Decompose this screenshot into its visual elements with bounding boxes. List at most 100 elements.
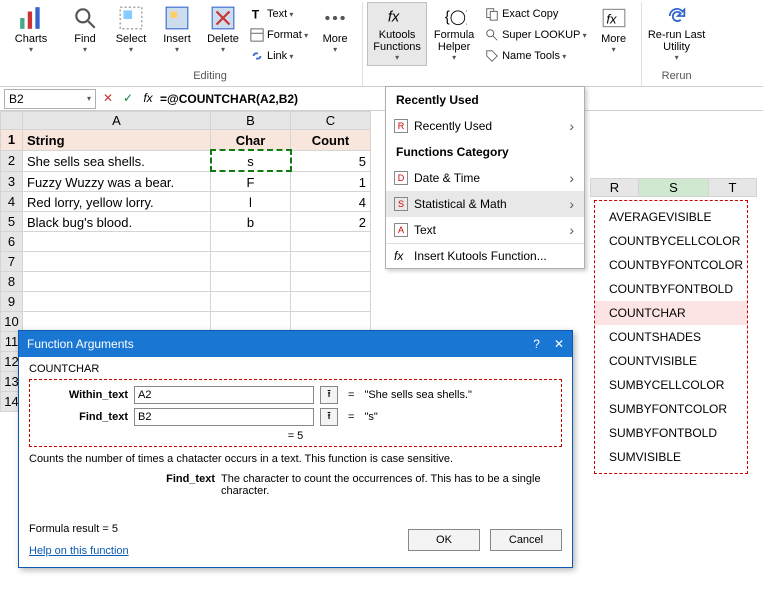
cell[interactable]: Red lorry, yellow lorry. xyxy=(23,192,210,211)
cell[interactable]: Fuzzy Wuzzy was a bear. xyxy=(23,172,210,191)
formula-helper-button[interactable]: {◯} Formula Helper xyxy=(427,2,481,66)
name-tools-button[interactable]: Name Tools xyxy=(481,46,591,66)
col-header-c[interactable]: C xyxy=(291,112,371,130)
col-header-t[interactable]: T xyxy=(709,179,757,197)
formula-input[interactable] xyxy=(160,89,328,109)
cell[interactable] xyxy=(23,232,210,251)
link-button[interactable]: Link xyxy=(246,46,312,66)
exact-copy-button[interactable]: Exact Copy xyxy=(481,4,591,24)
row-header[interactable]: 10 xyxy=(1,312,23,332)
cell[interactable]: She sells sea shells. xyxy=(23,151,210,170)
function-item[interactable]: COUNTBYCELLCOLOR xyxy=(595,229,747,253)
cell[interactable]: s xyxy=(212,151,290,170)
charts-button[interactable]: Charts xyxy=(8,2,54,66)
function-item[interactable]: SUMBYFONTBOLD xyxy=(595,421,747,445)
insert-button[interactable]: Insert xyxy=(154,2,200,66)
cell[interactable]: String xyxy=(23,130,210,149)
menu-item-text[interactable]: AText xyxy=(386,217,584,243)
dialog-titlebar[interactable]: Function Arguments ? ✕ xyxy=(19,331,572,357)
cell[interactable] xyxy=(23,252,210,271)
arg1-ref-button[interactable]: ⭱ xyxy=(320,386,338,404)
cell[interactable] xyxy=(211,252,290,271)
cell[interactable] xyxy=(291,232,370,251)
cancel-button[interactable]: Cancel xyxy=(490,529,562,551)
cell[interactable] xyxy=(211,232,290,251)
text-button[interactable]: TText xyxy=(246,4,312,24)
function-item[interactable]: COUNTCHAR xyxy=(595,301,747,325)
menu-item-date-time[interactable]: DDate & Time xyxy=(386,165,584,191)
fx-icon-bar[interactable]: fx xyxy=(140,91,156,107)
menu-item-recently-used[interactable]: RRecently Used xyxy=(386,113,584,139)
select-all[interactable] xyxy=(1,112,23,130)
col-header-s[interactable]: S xyxy=(639,179,709,197)
find-button[interactable]: Find xyxy=(62,2,108,66)
cell[interactable] xyxy=(23,272,210,291)
row-header[interactable]: 5 xyxy=(1,212,23,232)
row-header[interactable]: 8 xyxy=(1,272,23,292)
cell[interactable]: 1 xyxy=(291,172,370,191)
rerun-button[interactable]: Re-run Last Utility xyxy=(646,2,708,66)
row-header[interactable]: 9 xyxy=(1,292,23,312)
super-lookup-button[interactable]: Super LOOKUP xyxy=(481,25,591,45)
cell[interactable]: 4 xyxy=(291,192,370,211)
col-header-b[interactable]: B xyxy=(211,112,291,130)
cell[interactable]: Black bug's blood. xyxy=(23,212,210,231)
row-header[interactable]: 6 xyxy=(1,232,23,252)
row-header[interactable]: 1 xyxy=(1,130,23,151)
cell[interactable]: Count xyxy=(291,130,370,149)
arg1-result: "She sells sea shells." xyxy=(364,389,471,401)
row-header[interactable]: 7 xyxy=(1,252,23,272)
cell[interactable] xyxy=(291,292,370,311)
recent-icon: R xyxy=(394,119,408,133)
function-item[interactable]: SUMBYCELLCOLOR xyxy=(595,373,747,397)
cell[interactable] xyxy=(211,272,290,291)
cell[interactable] xyxy=(211,292,290,311)
arg2-input[interactable] xyxy=(134,408,314,426)
cell[interactable] xyxy=(291,312,370,331)
cancel-fx-icon[interactable]: ✕ xyxy=(100,91,116,107)
name-box[interactable]: B2▾ xyxy=(4,89,96,109)
cell[interactable]: 5 xyxy=(292,151,371,170)
function-item[interactable]: COUNTBYFONTCOLOR xyxy=(595,253,747,277)
function-item[interactable]: AVERAGEVISIBLE xyxy=(595,205,747,229)
cell[interactable] xyxy=(291,252,370,271)
row-header[interactable]: 3 xyxy=(1,171,23,192)
kutools-functions-button[interactable]: fx Kutools Functions xyxy=(367,2,427,66)
function-item[interactable]: SUMBYFONTCOLOR xyxy=(595,397,747,421)
close-icon[interactable]: ✕ xyxy=(554,337,564,351)
cell[interactable]: b xyxy=(211,212,290,231)
more-button[interactable]: More xyxy=(312,2,358,66)
function-item[interactable]: COUNTBYFONTBOLD xyxy=(595,277,747,301)
ok-button[interactable]: OK xyxy=(408,529,480,551)
help-icon[interactable]: ? xyxy=(533,337,540,351)
redo-icon xyxy=(664,5,690,27)
function-item[interactable]: COUNTSHADES xyxy=(595,325,747,349)
row-header[interactable]: 4 xyxy=(1,192,23,212)
cell[interactable]: Char xyxy=(211,130,290,149)
text-cat-icon: A xyxy=(394,223,408,237)
col-header-r[interactable]: R xyxy=(591,179,639,197)
cell[interactable]: F xyxy=(211,172,290,191)
arg2-ref-button[interactable]: ⭱ xyxy=(320,408,338,426)
cell[interactable]: l xyxy=(211,192,290,211)
row-header[interactable]: 2 xyxy=(1,150,23,171)
arg1-input[interactable] xyxy=(134,386,314,404)
accept-fx-icon[interactable]: ✓ xyxy=(120,91,136,107)
formula-bar: B2▾ ✕ ✓ fx xyxy=(0,87,763,111)
cell[interactable] xyxy=(23,292,210,311)
menu-item-insert-function[interactable]: fxInsert Kutools Function... xyxy=(386,243,584,268)
select-button[interactable]: Select xyxy=(108,2,154,66)
cell[interactable] xyxy=(291,272,370,291)
more2-button[interactable]: fx More xyxy=(591,2,637,66)
delete-button[interactable]: Delete xyxy=(200,2,246,66)
function-item[interactable]: COUNTVISIBLE xyxy=(595,349,747,373)
menu-item-stat-math[interactable]: SStatistical & Math xyxy=(386,191,584,217)
cell[interactable]: 2 xyxy=(291,212,370,231)
find-icon xyxy=(72,5,98,31)
help-link[interactable]: Help on this function xyxy=(29,545,129,557)
cell[interactable] xyxy=(23,312,210,331)
col-header-a[interactable]: A xyxy=(23,112,211,130)
cell[interactable] xyxy=(211,312,290,331)
function-item[interactable]: SUMVISIBLE xyxy=(595,445,747,469)
format-button[interactable]: Format xyxy=(246,25,312,45)
